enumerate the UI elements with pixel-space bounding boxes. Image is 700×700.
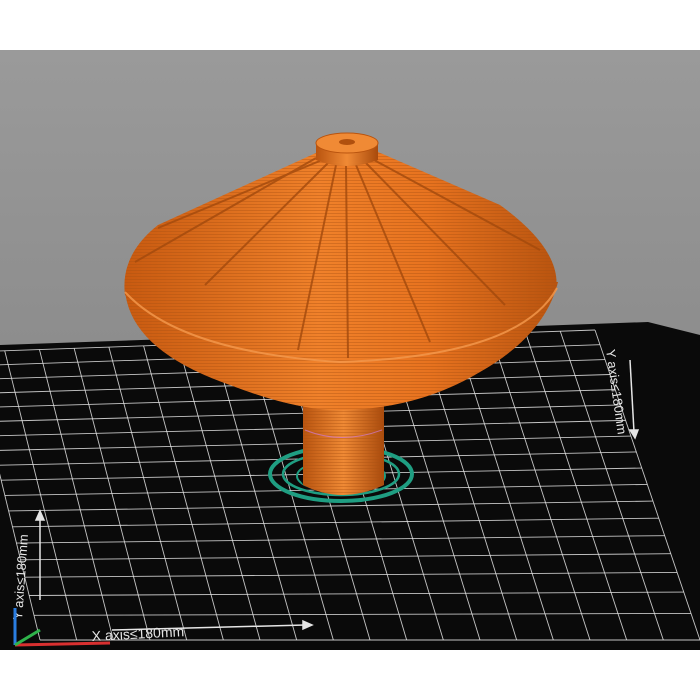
model-stem-layers [303,400,384,495]
model-cap-hole [339,139,355,145]
bottom-strip [0,650,700,700]
3d-viewport[interactable]: X axis≤180mm Y axis≤180mm Y axis≤180mm [0,0,700,700]
top-strip [0,0,700,50]
viewport-canvas[interactable]: X axis≤180mm Y axis≤180mm Y axis≤180mm [0,0,700,700]
slicer-app: X axis≤180mm Y axis≤180mm Y axis≤180mm [0,0,700,700]
